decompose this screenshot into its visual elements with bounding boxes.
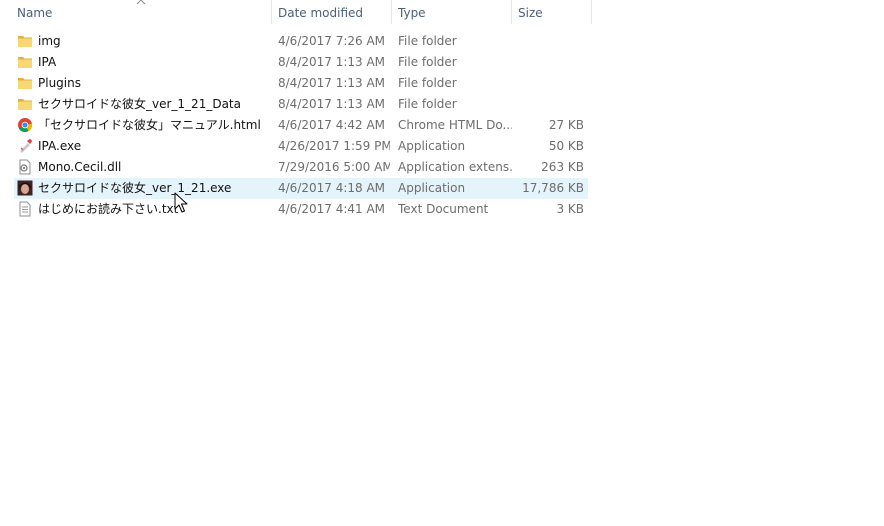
mouse-cursor-icon bbox=[174, 192, 188, 213]
file-size bbox=[512, 94, 584, 115]
file-date-modified: 8/4/2017 1:13 AM bbox=[278, 76, 386, 90]
file-size bbox=[512, 52, 584, 73]
game-app-icon bbox=[17, 180, 33, 196]
file-name: img bbox=[38, 34, 61, 48]
file-row[interactable]: セクサロイドな彼女_ver_1_21.exe 4/6/2017 4:18 AM Ap… bbox=[14, 178, 588, 199]
file-row[interactable]: はじめにお読み下さい.txt 4/6/2017 4:41 AM Text Docum… bbox=[14, 199, 588, 220]
chrome-icon bbox=[17, 117, 33, 133]
file-type: Chrome HTML Do... bbox=[398, 118, 512, 132]
file-name: セクサロイドな彼女_ver_1_21.exe bbox=[38, 181, 232, 195]
file-date-modified: 4/6/2017 4:41 AM bbox=[278, 202, 386, 216]
text-file-icon bbox=[17, 201, 33, 217]
file-size bbox=[512, 31, 584, 52]
file-row[interactable]: Mono.Cecil.dll 7/29/2016 5:00 AM Applicati… bbox=[14, 157, 588, 178]
file-name: Plugins bbox=[38, 76, 81, 90]
file-date-modified: 8/4/2017 1:13 AM bbox=[278, 55, 386, 69]
file-type: File folder bbox=[398, 34, 457, 48]
file-row[interactable]: IPA.exe 4/26/2017 1:59 PM Application 50 KB bbox=[14, 136, 588, 157]
file-row[interactable]: 「セクサロイドな彼女」マニュアル.html 4/6/2017 4:42 AM Chr… bbox=[14, 115, 588, 136]
file-row[interactable]: セクサロイドな彼女_ver_1_21_Data 8/4/2017 1:13 AM F… bbox=[14, 94, 588, 115]
file-type: Application extens... bbox=[398, 160, 512, 174]
column-header-date[interactable]: Date modified bbox=[272, 0, 391, 26]
file-name: 「セクサロイドな彼女」マニュアル.html bbox=[38, 118, 261, 132]
column-header-size[interactable]: Size bbox=[512, 0, 591, 26]
folder-icon bbox=[17, 75, 33, 91]
file-name: Mono.Cecil.dll bbox=[38, 160, 122, 174]
file-row[interactable]: img 4/6/2017 7:26 AM File folder bbox=[14, 31, 588, 52]
file-date-modified: 4/26/2017 1:59 PM bbox=[278, 139, 390, 153]
file-date-modified: 4/6/2017 4:42 AM bbox=[278, 118, 386, 132]
file-type: File folder bbox=[398, 76, 457, 90]
file-size: 263 KB bbox=[541, 160, 584, 174]
column-header-bar: Name Date modified Type Size bbox=[0, 0, 592, 26]
file-date-modified: 4/6/2017 7:26 AM bbox=[278, 34, 386, 48]
folder-icon bbox=[17, 33, 33, 49]
file-size bbox=[512, 73, 584, 94]
file-type: Application bbox=[398, 139, 466, 153]
file-date-modified: 4/6/2017 4:18 AM bbox=[278, 181, 386, 195]
dll-icon bbox=[17, 159, 33, 175]
file-type: Application bbox=[398, 181, 466, 195]
file-size: 50 KB bbox=[548, 139, 584, 153]
ipa-app-icon bbox=[17, 138, 33, 154]
column-header-name[interactable]: Name bbox=[11, 0, 271, 26]
file-type: Text Document bbox=[398, 202, 489, 216]
file-row[interactable]: Plugins 8/4/2017 1:13 AM File folder bbox=[14, 73, 588, 94]
file-name: IPA bbox=[38, 55, 57, 69]
file-date-modified: 7/29/2016 5:00 AM bbox=[278, 160, 390, 174]
folder-icon bbox=[17, 54, 33, 70]
file-size: 27 KB bbox=[548, 118, 584, 132]
file-row[interactable]: IPA 8/4/2017 1:13 AM File folder bbox=[14, 52, 588, 73]
column-divider[interactable] bbox=[591, 0, 592, 24]
column-header-type[interactable]: Type bbox=[392, 0, 511, 26]
file-size: 17,786 KB bbox=[522, 181, 584, 195]
file-type: File folder bbox=[398, 97, 457, 111]
file-name: IPA.exe bbox=[38, 139, 82, 153]
file-type: File folder bbox=[398, 55, 457, 69]
file-date-modified: 8/4/2017 1:13 AM bbox=[278, 97, 386, 111]
folder-icon bbox=[17, 96, 33, 112]
file-name: はじめにお読み下さい.txt bbox=[38, 202, 179, 216]
file-name: セクサロイドな彼女_ver_1_21_Data bbox=[38, 97, 241, 111]
file-size: 3 KB bbox=[556, 202, 584, 216]
